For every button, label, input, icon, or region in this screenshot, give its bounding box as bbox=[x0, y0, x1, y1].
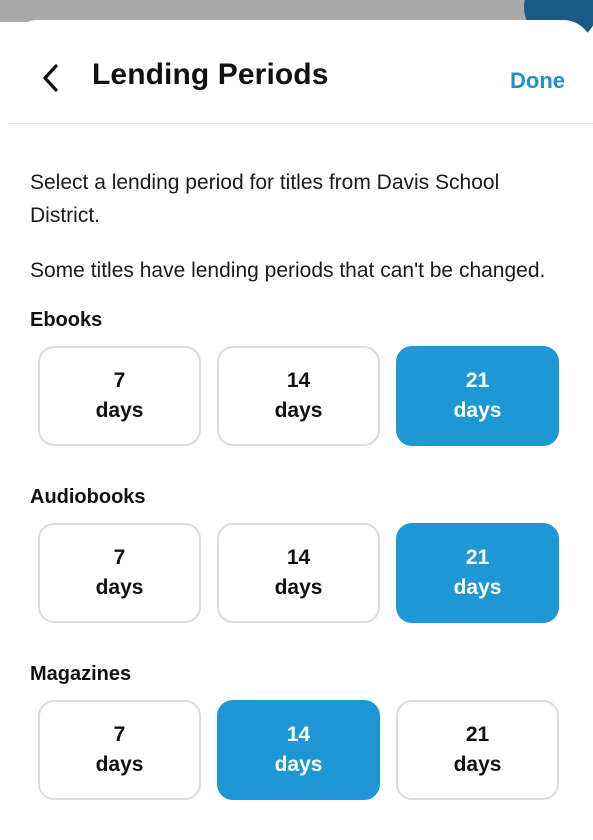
option-number: 21 bbox=[465, 546, 490, 569]
option-unit: days bbox=[95, 399, 144, 422]
underlying-page-strip bbox=[0, 0, 593, 22]
intro-text: Select a lending period for titles from … bbox=[30, 171, 500, 227]
section-label: Magazines bbox=[30, 663, 132, 685]
back-button[interactable] bbox=[36, 60, 66, 96]
section-label: Audiobooks bbox=[30, 486, 146, 508]
option-14-days[interactable]: 14 days bbox=[217, 700, 380, 800]
option-21-days[interactable]: 21 days bbox=[396, 523, 559, 623]
option-number: 7 bbox=[113, 369, 126, 392]
option-number: 14 bbox=[286, 546, 311, 569]
lending-periods-sheet: Lending Periods Done Select a lending pe… bbox=[8, 20, 593, 840]
option-21-days[interactable]: 21 days bbox=[396, 346, 559, 446]
option-unit: days bbox=[274, 753, 323, 776]
option-unit: days bbox=[453, 576, 502, 599]
option-unit: days bbox=[453, 399, 502, 422]
sheet-body: Select a lending period for titles from … bbox=[30, 166, 575, 840]
lending-options: 7 days 14 days 21 days bbox=[38, 346, 575, 446]
option-number: 7 bbox=[113, 546, 126, 569]
option-unit: days bbox=[95, 753, 144, 776]
option-unit: days bbox=[274, 399, 323, 422]
option-7-days[interactable]: 7 days bbox=[38, 523, 201, 623]
lending-options: 7 days 14 days 21 days bbox=[38, 523, 575, 623]
section-ebooks: Ebooks 7 days 14 days 21 days bbox=[30, 309, 575, 446]
option-7-days[interactable]: 7 days bbox=[38, 700, 201, 800]
sheet-header: Lending Periods Done bbox=[8, 20, 593, 124]
section-label: Ebooks bbox=[30, 309, 103, 331]
option-21-days[interactable]: 21 days bbox=[396, 700, 559, 800]
page-title: Lending Periods bbox=[92, 58, 329, 91]
option-14-days[interactable]: 14 days bbox=[217, 346, 380, 446]
chevron-left-icon bbox=[43, 64, 58, 92]
lending-options: 7 days 14 days 21 days bbox=[38, 700, 575, 800]
section-magazines: Magazines 7 days 14 days 21 days bbox=[30, 663, 575, 800]
option-unit: days bbox=[453, 753, 502, 776]
note-text: Some titles have lending periods that ca… bbox=[30, 259, 546, 282]
section-audiobooks: Audiobooks 7 days 14 days 21 days bbox=[30, 486, 575, 623]
option-unit: days bbox=[274, 576, 323, 599]
option-number: 14 bbox=[286, 369, 311, 392]
option-14-days[interactable]: 14 days bbox=[217, 523, 380, 623]
option-number: 7 bbox=[113, 723, 126, 746]
option-7-days[interactable]: 7 days bbox=[38, 346, 201, 446]
option-number: 21 bbox=[465, 369, 490, 392]
done-button[interactable]: Done bbox=[510, 68, 565, 94]
option-unit: days bbox=[95, 576, 144, 599]
option-number: 14 bbox=[286, 723, 311, 746]
option-number: 21 bbox=[465, 723, 490, 746]
